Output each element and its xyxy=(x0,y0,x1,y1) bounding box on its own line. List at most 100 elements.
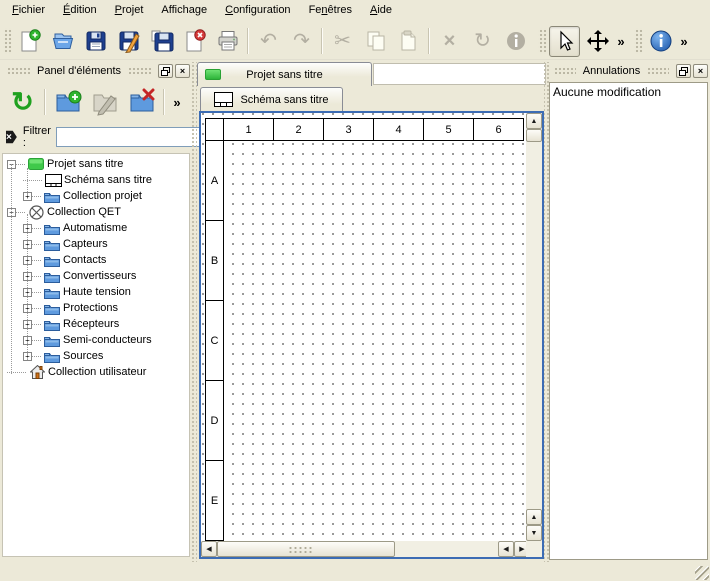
delete-icon: × xyxy=(444,31,456,51)
folder-icon xyxy=(44,286,60,299)
new-category-button[interactable] xyxy=(49,84,86,121)
scroll-left-button[interactable]: ◀ xyxy=(201,541,217,557)
menu-configuration[interactable]: Configuration xyxy=(216,0,299,23)
delete-category-button[interactable] xyxy=(123,84,160,121)
tree-guide-line xyxy=(27,168,28,196)
undo-button[interactable]: ↶ xyxy=(253,26,284,57)
project-icon xyxy=(28,158,44,170)
horizontal-scroll-thumb[interactable] xyxy=(217,541,395,557)
resize-grip[interactable] xyxy=(695,566,709,580)
filter-row: × Filtrer : xyxy=(2,124,190,150)
tree-connector xyxy=(23,180,42,181)
vertical-scroll-thumb[interactable] xyxy=(526,129,542,142)
toolbar-drag-handle[interactable] xyxy=(538,28,547,54)
selection-pointer-button[interactable] xyxy=(549,26,580,57)
tab-project[interactable]: Projet sans titre xyxy=(197,62,372,86)
left-splitter-handle[interactable] xyxy=(190,62,197,562)
tree-item-contacts[interactable]: +Contacts xyxy=(3,252,189,268)
scroll-up-button-2[interactable]: ▲ xyxy=(526,509,542,525)
cut-icon: ✂ xyxy=(334,31,351,51)
menu-fenetres[interactable]: Fenêtres xyxy=(300,0,361,23)
tree-item-convertisseurs[interactable]: +Convertisseurs xyxy=(3,268,189,284)
tree-item-capteurs[interactable]: +Capteurs xyxy=(3,236,189,252)
print-button[interactable] xyxy=(212,26,243,57)
rotate-button[interactable]: ↻ xyxy=(467,26,498,57)
titlebar-texture xyxy=(7,67,30,75)
open-document-button[interactable] xyxy=(47,26,78,57)
tree-item-recepteurs[interactable]: +Récepteurs xyxy=(3,316,189,332)
float-panel-button[interactable] xyxy=(676,64,691,78)
reload-collections-button[interactable]: ↻ xyxy=(4,84,41,121)
save-as-button[interactable] xyxy=(113,26,144,57)
menu-affichage[interactable]: Affichage xyxy=(152,0,216,23)
tab-diagram[interactable]: Schéma sans titre xyxy=(200,87,343,111)
info-overflow-button[interactable]: » xyxy=(677,34,691,49)
clear-filter-button[interactable]: × xyxy=(6,130,17,145)
tree-item-collection-projet[interactable]: +Collection projet xyxy=(3,188,189,204)
float-panel-button[interactable] xyxy=(158,64,173,78)
toolbar-separator xyxy=(247,28,249,54)
edit-category-button[interactable] xyxy=(86,84,123,121)
move-view-button[interactable] xyxy=(582,26,613,57)
open-document-icon xyxy=(51,29,75,53)
vertical-scrollbar: ▲ ▲ ▼ xyxy=(526,113,542,541)
menu-projet[interactable]: Projet xyxy=(106,0,153,23)
redo-button[interactable]: ↷ xyxy=(286,26,317,57)
column-header-1: 1 xyxy=(223,118,274,141)
save-all-icon xyxy=(150,29,174,53)
close-panel-button[interactable]: × xyxy=(175,64,190,78)
save-all-button[interactable] xyxy=(146,26,177,57)
tree-item-semi-conducteurs[interactable]: +Semi-conducteurs xyxy=(3,332,189,348)
vertical-scroll-track[interactable] xyxy=(526,142,542,509)
column-header-6: 6 xyxy=(473,118,524,141)
toolbar-separator xyxy=(163,89,165,115)
tree-item-protections[interactable]: +Protections xyxy=(3,300,189,316)
toolbar-separator xyxy=(321,28,323,54)
tree-item-label: Haute tension xyxy=(63,286,131,298)
filter-input[interactable] xyxy=(56,127,206,147)
undo-list-item[interactable]: Aucune modification xyxy=(550,83,707,101)
about-button[interactable] xyxy=(645,26,676,57)
tree-item-collection-qet[interactable]: −Collection QET xyxy=(3,204,189,220)
copy-button[interactable] xyxy=(360,26,391,57)
tree-item-sources[interactable]: +Sources xyxy=(3,348,189,364)
elements-panel-titlebar[interactable]: Panel d'éléments × xyxy=(2,62,190,80)
menu-aide[interactable]: Aide xyxy=(361,0,401,23)
toolbar-separator xyxy=(44,89,46,115)
scroll-left-button-2[interactable]: ◀ xyxy=(498,541,514,557)
paste-button[interactable] xyxy=(393,26,424,57)
save-button[interactable] xyxy=(80,26,111,57)
titlebar-texture xyxy=(128,67,151,75)
folder-icon xyxy=(44,222,60,235)
horizontal-scroll-track[interactable] xyxy=(395,541,498,557)
toolbar-drag-handle[interactable] xyxy=(3,28,12,54)
close-document-button[interactable] xyxy=(179,26,210,57)
row-header-A: A xyxy=(205,140,224,221)
element-info-button[interactable] xyxy=(500,26,531,57)
cut-button[interactable]: ✂ xyxy=(327,26,358,57)
menu-edition[interactable]: Édition xyxy=(54,0,106,23)
horizontal-scrollbar: ◀ ◀ ▶ xyxy=(201,541,530,557)
diagram-canvas[interactable]: 123456ABCDE xyxy=(201,113,526,541)
menu-fichier[interactable]: Fichier xyxy=(3,0,54,23)
tree-item-projet-sans-titre[interactable]: −Projet sans titre xyxy=(3,156,189,172)
close-panel-button[interactable]: × xyxy=(693,64,708,78)
scroll-up-button[interactable]: ▲ xyxy=(526,113,542,129)
tree-item-automatisme[interactable]: +Automatisme xyxy=(3,220,189,236)
tree-item-collection-utilisateur[interactable]: Collection utilisateur xyxy=(3,364,189,380)
save-icon xyxy=(84,29,108,53)
tools-overflow-button[interactable]: » xyxy=(614,34,628,49)
tree-item-haute-tension[interactable]: +Haute tension xyxy=(3,284,189,300)
toolbar-drag-handle[interactable] xyxy=(634,28,643,54)
tree-item-schema-sans-titre[interactable]: Schéma sans titre xyxy=(3,172,189,188)
folder-icon xyxy=(44,190,60,203)
undo-panel-titlebar[interactable]: Annulations × xyxy=(549,62,708,80)
undo-panel: Annulations × Aucune modification xyxy=(549,62,708,562)
delete-button[interactable]: × xyxy=(434,26,465,57)
new-document-icon xyxy=(18,29,42,53)
panel-toolbar-overflow-button[interactable]: » xyxy=(170,95,184,110)
new-document-button[interactable] xyxy=(14,26,45,57)
folder-icon xyxy=(44,318,60,331)
scroll-down-button[interactable]: ▼ xyxy=(526,525,542,541)
rotate-icon: ↻ xyxy=(474,31,491,51)
